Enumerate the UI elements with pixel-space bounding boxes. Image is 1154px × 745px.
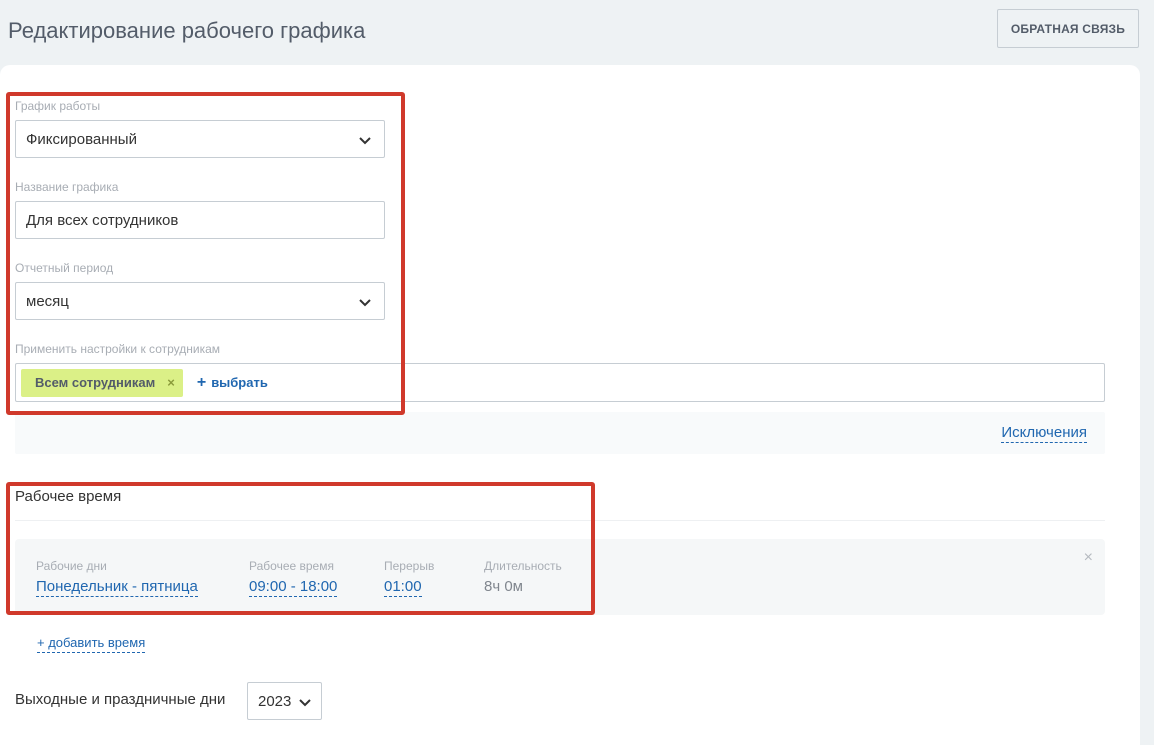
working-days-value[interactable]: Понедельник - пятница (36, 577, 198, 597)
feedback-button[interactable]: ОБРАТНАЯ СВЯЗЬ (997, 9, 1139, 48)
schedule-name-input[interactable]: Для всех сотрудников (15, 201, 385, 239)
exceptions-bar: Исключения (15, 412, 1105, 454)
report-period-label: Отчетный период (15, 261, 114, 275)
exceptions-link[interactable]: Исключения (1001, 423, 1087, 443)
break-label: Перерыв (384, 559, 435, 573)
add-time-link[interactable]: + добавить время (37, 634, 146, 653)
schedule-name-label: Название графика (15, 180, 119, 194)
break-column: Перерыв 01:00 (384, 559, 434, 597)
working-days-label: Рабочие дни (36, 559, 107, 573)
schedule-type-select[interactable]: Фиксированный (15, 120, 385, 158)
close-icon[interactable]: × (1084, 549, 1093, 567)
holidays-label: Выходные и праздничные дни (15, 691, 226, 708)
section-divider (15, 520, 1105, 521)
working-hours-value[interactable]: 09:00 - 18:00 (249, 577, 338, 597)
schedule-type-value: Фиксированный (26, 130, 137, 148)
chevron-down-icon (359, 137, 371, 145)
employee-selector: Всем сотрудникам × + выбрать (15, 363, 1105, 402)
select-employees-label: выбрать (211, 375, 268, 390)
working-hours-column: Рабочее время 09:00 - 18:00 (249, 559, 338, 597)
year-value: 2023 (258, 692, 292, 710)
duration-column: Длительность 8ч 0м (484, 559, 562, 596)
schedule-name-value: Для всех сотрудников (26, 211, 179, 229)
report-period-select[interactable]: месяц (15, 282, 385, 320)
year-select[interactable]: 2023 (247, 682, 322, 720)
duration-value: 8ч 0м (484, 578, 523, 595)
chevron-down-icon (359, 299, 371, 307)
working-time-title: Рабочее время (15, 488, 122, 505)
duration-label: Длительность (484, 559, 562, 573)
break-value[interactable]: 01:00 (384, 577, 422, 597)
employee-tag-label: Всем сотрудникам (35, 375, 156, 390)
schedule-type-label: График работы (15, 99, 101, 113)
employee-tag: Всем сотрудникам × (21, 368, 183, 397)
select-employees-link[interactable]: + выбрать (197, 374, 268, 392)
apply-to-label: Применить настройки к сотрудникам (15, 342, 221, 356)
plus-icon: + (196, 373, 207, 391)
report-period-value: месяц (26, 292, 69, 310)
tag-remove-icon[interactable]: × (167, 375, 175, 390)
working-hours-label: Рабочее время (249, 559, 334, 573)
form-card: График работы Фиксированный Название гра… (0, 65, 1140, 745)
chevron-down-icon (299, 699, 311, 707)
working-days-column: Рабочие дни Понедельник - пятница (36, 559, 198, 597)
page-title: Редактирование рабочего графика (8, 18, 366, 43)
working-time-row: Рабочие дни Понедельник - пятница Рабоче… (15, 539, 1105, 615)
